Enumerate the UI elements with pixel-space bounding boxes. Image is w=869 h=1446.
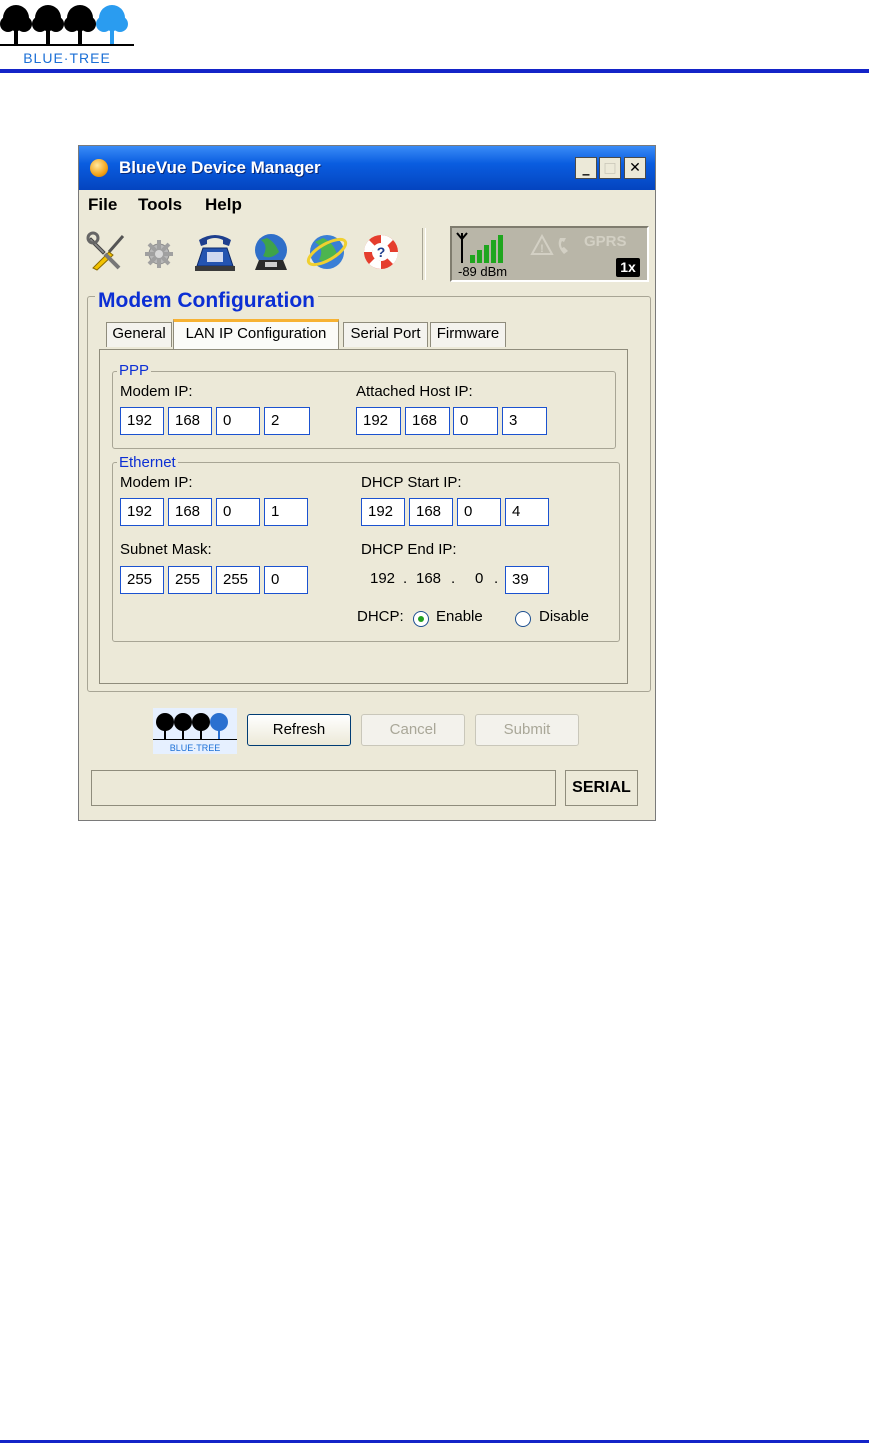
menu-bar: File Tools Help (79, 191, 655, 219)
signal-strength-icon (456, 232, 503, 263)
app-window: BlueVue Device Manager _ □ ✕ File Tools … (78, 145, 656, 821)
ppp-host-ip-label: Attached Host IP: (356, 383, 473, 400)
submit-button[interactable]: Submit (475, 714, 579, 746)
subnet-mask-octet-4[interactable]: 0 (264, 566, 308, 594)
globe-icon[interactable] (305, 230, 349, 274)
network-label: GPRS (584, 233, 627, 250)
dhcp-end-ip-octet-2: 168 (416, 570, 442, 587)
tab-general[interactable]: General (106, 322, 172, 347)
ppp-modem-ip-label: Modem IP: (120, 383, 193, 400)
ppp-modem-ip-octet-2[interactable]: 168 (168, 407, 212, 435)
ppp-modem-ip-octet-1[interactable]: 192 (120, 407, 164, 435)
mode-badge: 1x (616, 258, 640, 277)
cancel-button[interactable]: Cancel (361, 714, 465, 746)
bluetree-small-logo: BLUE·TREE (153, 708, 237, 754)
subnet-mask-octet-2[interactable]: 255 (168, 566, 212, 594)
title-bar[interactable]: BlueVue Device Manager _ □ ✕ (79, 146, 655, 190)
lifebuoy-help-icon[interactable]: ? (359, 230, 403, 274)
svg-text:?: ? (377, 244, 386, 260)
tab-firmware[interactable]: Firmware (430, 322, 506, 347)
footer-rule (0, 1440, 869, 1443)
subnet-mask-octet-3[interactable]: 255 (216, 566, 260, 594)
small-logo-wordmark: BLUE·TREE (170, 743, 221, 753)
minimize-button[interactable]: _ (575, 157, 597, 179)
refresh-button[interactable]: Refresh (247, 714, 351, 746)
section-title: Modem Configuration (95, 289, 318, 313)
telephone-icon[interactable] (193, 230, 237, 274)
ppp-host-ip-octet-1[interactable]: 192 (356, 407, 401, 435)
dhcp-start-ip-octet-3[interactable]: 0 (457, 498, 501, 526)
signal-panel: -89 dBm ! GPRS 1x (450, 226, 649, 282)
globe-phone-icon[interactable] (249, 230, 293, 274)
dhcp-end-ip-octet-1: 192 (370, 570, 396, 587)
dhcp-start-ip-octet-4[interactable]: 4 (505, 498, 549, 526)
window-title: BlueVue Device Manager (119, 158, 321, 177)
eth-modem-ip-octet-3[interactable]: 0 (216, 498, 260, 526)
logo-wordmark: BLUE·TREE (23, 50, 111, 66)
dhcp-end-ip-dot-2: . (451, 570, 456, 587)
dhcp-start-ip-octet-2[interactable]: 168 (409, 498, 453, 526)
tab-lan-ip-configuration[interactable]: LAN IP Configuration (173, 319, 339, 349)
app-icon (90, 159, 108, 177)
dhcp-disable-radio[interactable] (515, 611, 531, 627)
radio-selected-dot (418, 616, 424, 622)
tab-panel: PPP Modem IP: 192 168 0 2 Attached Host … (99, 349, 628, 684)
svg-text:!: ! (540, 243, 544, 255)
menu-help[interactable]: Help (205, 195, 242, 215)
dhcp-label: DHCP: (357, 608, 404, 625)
connection-type: SERIAL (565, 770, 638, 806)
dhcp-end-ip-octet-3: 0 (475, 570, 484, 587)
tab-serial-port[interactable]: Serial Port (343, 322, 428, 347)
dhcp-enable-radio[interactable] (413, 611, 429, 627)
dhcp-end-ip-octet-4[interactable]: 39 (505, 566, 549, 594)
signal-strength-value: -89 dBm (458, 264, 508, 279)
eth-modem-ip-octet-2[interactable]: 168 (168, 498, 212, 526)
dhcp-start-ip-label: DHCP Start IP: (361, 474, 462, 491)
close-button[interactable]: ✕ (624, 157, 646, 179)
header-rule (0, 69, 869, 73)
warning-call-icon: ! (530, 234, 568, 255)
menu-file[interactable]: File (88, 195, 117, 215)
eth-modem-ip-octet-1[interactable]: 192 (120, 498, 164, 526)
ppp-modem-ip-octet-3[interactable]: 0 (216, 407, 260, 435)
dhcp-disable-label[interactable]: Disable (539, 608, 589, 625)
dhcp-end-ip-dot-1: . (403, 570, 408, 587)
dhcp-end-ip-dot-3: . (494, 570, 499, 587)
ppp-legend: PPP (117, 362, 152, 379)
menu-tools[interactable]: Tools (138, 195, 182, 215)
wrench-screwdriver-icon[interactable] (85, 230, 129, 274)
dhcp-end-ip-label: DHCP End IP: (361, 541, 457, 558)
ppp-host-ip-octet-2[interactable]: 168 (405, 407, 450, 435)
subnet-mask-octet-1[interactable]: 255 (120, 566, 164, 594)
subnet-mask-label: Subnet Mask: (120, 541, 212, 558)
dhcp-enable-label[interactable]: Enable (436, 608, 483, 625)
eth-modem-ip-octet-4[interactable]: 1 (264, 498, 308, 526)
gear-icon[interactable] (137, 230, 181, 274)
toolbar-separator (422, 228, 426, 280)
status-message (91, 770, 556, 806)
ppp-host-ip-octet-3[interactable]: 0 (453, 407, 498, 435)
ethernet-legend: Ethernet (117, 454, 178, 471)
ppp-modem-ip-octet-4[interactable]: 2 (264, 407, 310, 435)
ppp-host-ip-octet-4[interactable]: 3 (502, 407, 547, 435)
dhcp-start-ip-octet-1[interactable]: 192 (361, 498, 405, 526)
eth-modem-ip-label: Modem IP: (120, 474, 193, 491)
maximize-button[interactable]: □ (599, 157, 621, 179)
